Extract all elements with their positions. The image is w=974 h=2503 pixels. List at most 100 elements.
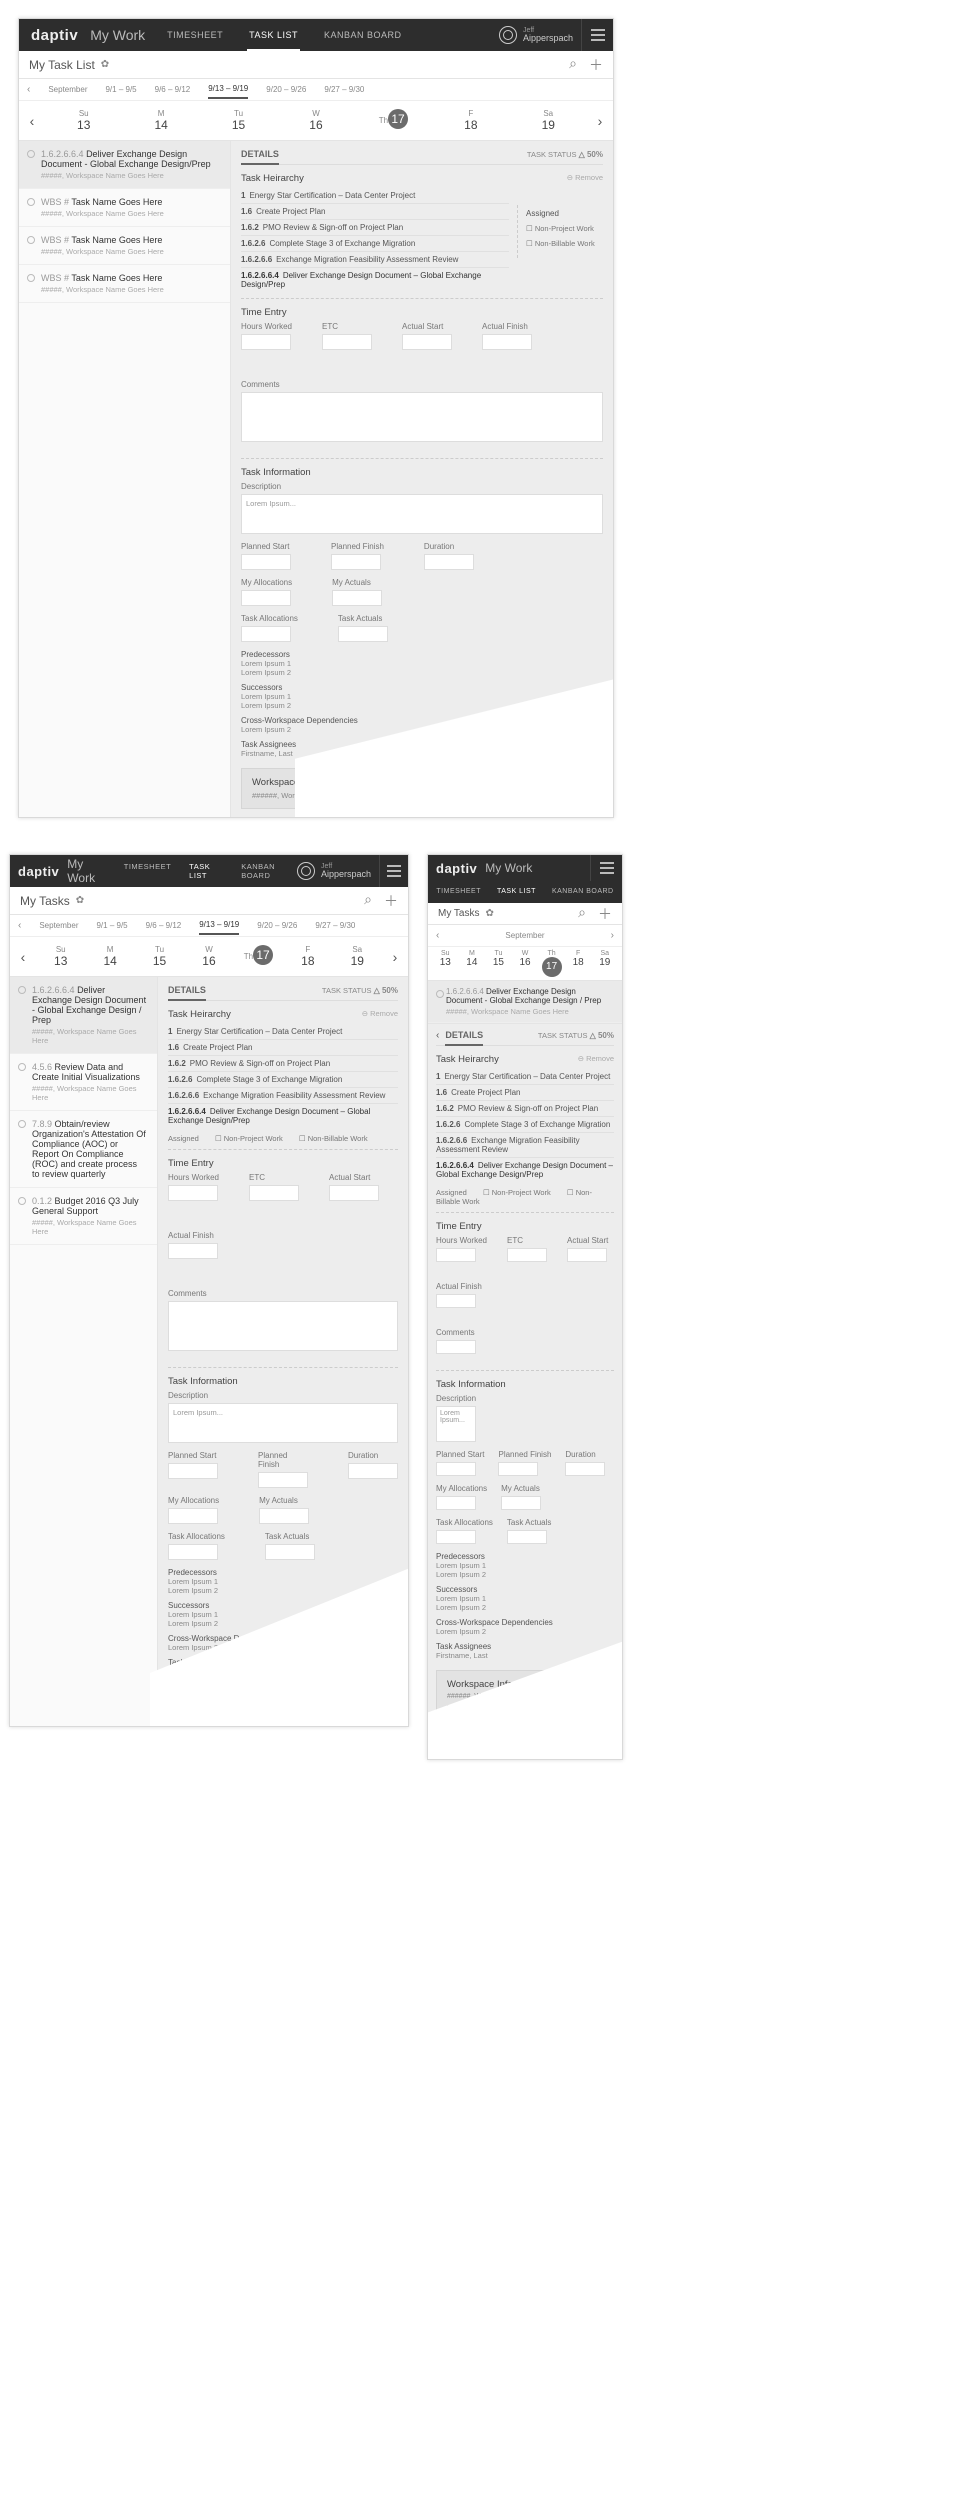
- task-item[interactable]: 1.6.2.6.6.4 Deliver Exchange Design Docu…: [10, 977, 157, 1054]
- non-project-checkbox[interactable]: Non-Project Work: [215, 1134, 283, 1143]
- description-input[interactable]: Lorem Ipsum...: [436, 1406, 476, 1442]
- tab-kanban[interactable]: KANBAN BOARD: [322, 20, 404, 51]
- day-15[interactable]: Tu15: [200, 104, 277, 137]
- remove-button[interactable]: Remove: [362, 1009, 398, 1018]
- week-0[interactable]: 9/1 – 9/5: [105, 81, 136, 98]
- week-1[interactable]: 9/6 – 9/12: [146, 917, 182, 934]
- week-3[interactable]: 9/20 – 9/26: [257, 917, 297, 934]
- day-prev[interactable]: ‹: [10, 949, 36, 965]
- tab-timesheet[interactable]: TIMESHEET: [165, 20, 225, 51]
- hierarchy-row[interactable]: 1.6.2PMO Review & Sign-off on Project Pl…: [241, 220, 509, 236]
- week-0[interactable]: 9/1 – 9/5: [96, 917, 127, 934]
- tab-kanban[interactable]: KANBAN BOARD: [239, 854, 297, 891]
- week-next[interactable]: ›: [611, 930, 614, 941]
- actual-start-input[interactable]: [329, 1185, 379, 1201]
- remove-button[interactable]: Remove: [567, 173, 603, 182]
- task-item[interactable]: 1.6.2.6.6.4 Deliver Exchange Design Docu…: [428, 981, 622, 1023]
- hierarchy-row[interactable]: 1.6.2.6Complete Stage 3 of Exchange Migr…: [241, 236, 509, 252]
- back-icon[interactable]: ‹: [436, 1030, 439, 1041]
- remove-button[interactable]: Remove: [578, 1054, 614, 1063]
- duration-input[interactable]: [565, 1462, 605, 1476]
- planned-start-input[interactable]: [436, 1462, 476, 1476]
- etc-input[interactable]: [507, 1248, 547, 1262]
- day-16[interactable]: W16: [277, 104, 354, 137]
- details-tab[interactable]: DETAILS: [241, 149, 279, 165]
- day-17[interactable]: Th17: [355, 104, 432, 137]
- day-19[interactable]: Sa19: [510, 104, 587, 137]
- task-actuals-input[interactable]: [507, 1530, 547, 1544]
- my-actuals-input[interactable]: [501, 1496, 541, 1510]
- search-icon[interactable]: ⌕: [569, 55, 577, 75]
- week-2[interactable]: 9/13 – 9/19: [208, 80, 248, 99]
- day-prev[interactable]: ‹: [19, 113, 45, 129]
- actual-finish-input[interactable]: [168, 1243, 218, 1259]
- comments-input[interactable]: [436, 1340, 476, 1354]
- day-18[interactable]: F18: [565, 945, 592, 982]
- day-13[interactable]: Su13: [36, 940, 85, 973]
- hierarchy-row[interactable]: 1.6.2.6.6.4Deliver Exchange Design Docum…: [168, 1104, 398, 1128]
- hierarchy-row[interactable]: 1.6.2.6.6Exchange Migration Feasibility …: [436, 1133, 614, 1158]
- non-project-checkbox[interactable]: Non-Project Work: [526, 224, 603, 233]
- day-19[interactable]: Sa19: [333, 940, 382, 973]
- hierarchy-row[interactable]: 1.6Create Project Plan: [168, 1040, 398, 1056]
- etc-input[interactable]: [249, 1185, 299, 1201]
- search-icon[interactable]: ⌕: [578, 904, 586, 924]
- task-item[interactable]: WBS # Task Name Goes Here#####, Workspac…: [19, 189, 230, 227]
- hours-worked-input[interactable]: [241, 334, 291, 350]
- menu-icon[interactable]: [379, 855, 408, 887]
- hours-worked-input[interactable]: [436, 1248, 476, 1262]
- day-15[interactable]: Tu15: [135, 940, 184, 973]
- my-alloc-input[interactable]: [168, 1508, 218, 1524]
- comments-input[interactable]: [241, 392, 603, 442]
- task-actuals-input[interactable]: [338, 626, 388, 642]
- week-4[interactable]: 9/27 – 9/30: [315, 917, 355, 934]
- menu-icon[interactable]: [581, 19, 613, 51]
- day-16[interactable]: W16: [512, 945, 539, 982]
- hierarchy-row[interactable]: 1.6.2.6Complete Stage 3 of Exchange Migr…: [168, 1072, 398, 1088]
- day-next[interactable]: ›: [587, 113, 613, 129]
- search-icon[interactable]: ⌕: [364, 891, 372, 911]
- day-14[interactable]: M14: [122, 104, 199, 137]
- week-4[interactable]: 9/27 – 9/30: [324, 81, 364, 98]
- hierarchy-row[interactable]: 1Energy Star Certification – Data Center…: [241, 188, 509, 204]
- task-item[interactable]: 1.6.2.6.6.4 Deliver Exchange Design Docu…: [19, 141, 230, 189]
- description-input[interactable]: Lorem Ipsum...: [168, 1403, 398, 1443]
- day-14[interactable]: M14: [85, 940, 134, 973]
- comments-input[interactable]: [168, 1301, 398, 1351]
- hierarchy-row[interactable]: 1.6.2.6.6Exchange Migration Feasibility …: [168, 1088, 398, 1104]
- actual-start-input[interactable]: [567, 1248, 607, 1262]
- tab-tasklist[interactable]: TASK LIST: [247, 20, 300, 51]
- hierarchy-row[interactable]: 1.6.2PMO Review & Sign-off on Project Pl…: [168, 1056, 398, 1072]
- task-item[interactable]: 7.8.9 Obtain/review Organization's Attes…: [10, 1111, 157, 1188]
- hierarchy-row[interactable]: 1.6Create Project Plan: [436, 1085, 614, 1101]
- tab-timesheet[interactable]: TIMESHEET: [122, 854, 173, 891]
- duration-input[interactable]: [348, 1463, 398, 1479]
- non-billable-checkbox[interactable]: Non-Billable Work: [526, 239, 603, 248]
- user-block[interactable]: JeffAipperspach: [499, 26, 581, 44]
- task-alloc-input[interactable]: [241, 626, 291, 642]
- user-block[interactable]: JeffAipperspach: [297, 862, 379, 880]
- hierarchy-row[interactable]: 1Energy Star Certification – Data Center…: [168, 1024, 398, 1040]
- gear-icon[interactable]: ✿: [76, 895, 84, 906]
- day-13[interactable]: Su13: [45, 104, 122, 137]
- day-18[interactable]: F18: [283, 940, 332, 973]
- day-17[interactable]: Th17: [234, 940, 283, 973]
- day-15[interactable]: Tu15: [485, 945, 512, 982]
- day-18[interactable]: F18: [432, 104, 509, 137]
- duration-input[interactable]: [424, 554, 474, 570]
- my-actuals-input[interactable]: [332, 590, 382, 606]
- actual-start-input[interactable]: [402, 334, 452, 350]
- my-alloc-input[interactable]: [241, 590, 291, 606]
- hours-worked-input[interactable]: [168, 1185, 218, 1201]
- planned-finish-input[interactable]: [331, 554, 381, 570]
- add-icon[interactable]: ＋: [598, 904, 612, 924]
- task-actuals-input[interactable]: [265, 1544, 315, 1560]
- week-1[interactable]: 9/6 – 9/12: [155, 81, 191, 98]
- planned-start-input[interactable]: [241, 554, 291, 570]
- task-item[interactable]: WBS # Task Name Goes Here#####, Workspac…: [19, 265, 230, 303]
- week-prev[interactable]: ‹: [27, 84, 30, 95]
- hierarchy-row[interactable]: 1.6.2.6Complete Stage 3 of Exchange Migr…: [436, 1117, 614, 1133]
- week-3[interactable]: 9/20 – 9/26: [266, 81, 306, 98]
- hierarchy-row[interactable]: 1.6.2PMO Review & Sign-off on Project Pl…: [436, 1101, 614, 1117]
- description-input[interactable]: Lorem Ipsum...: [241, 494, 603, 534]
